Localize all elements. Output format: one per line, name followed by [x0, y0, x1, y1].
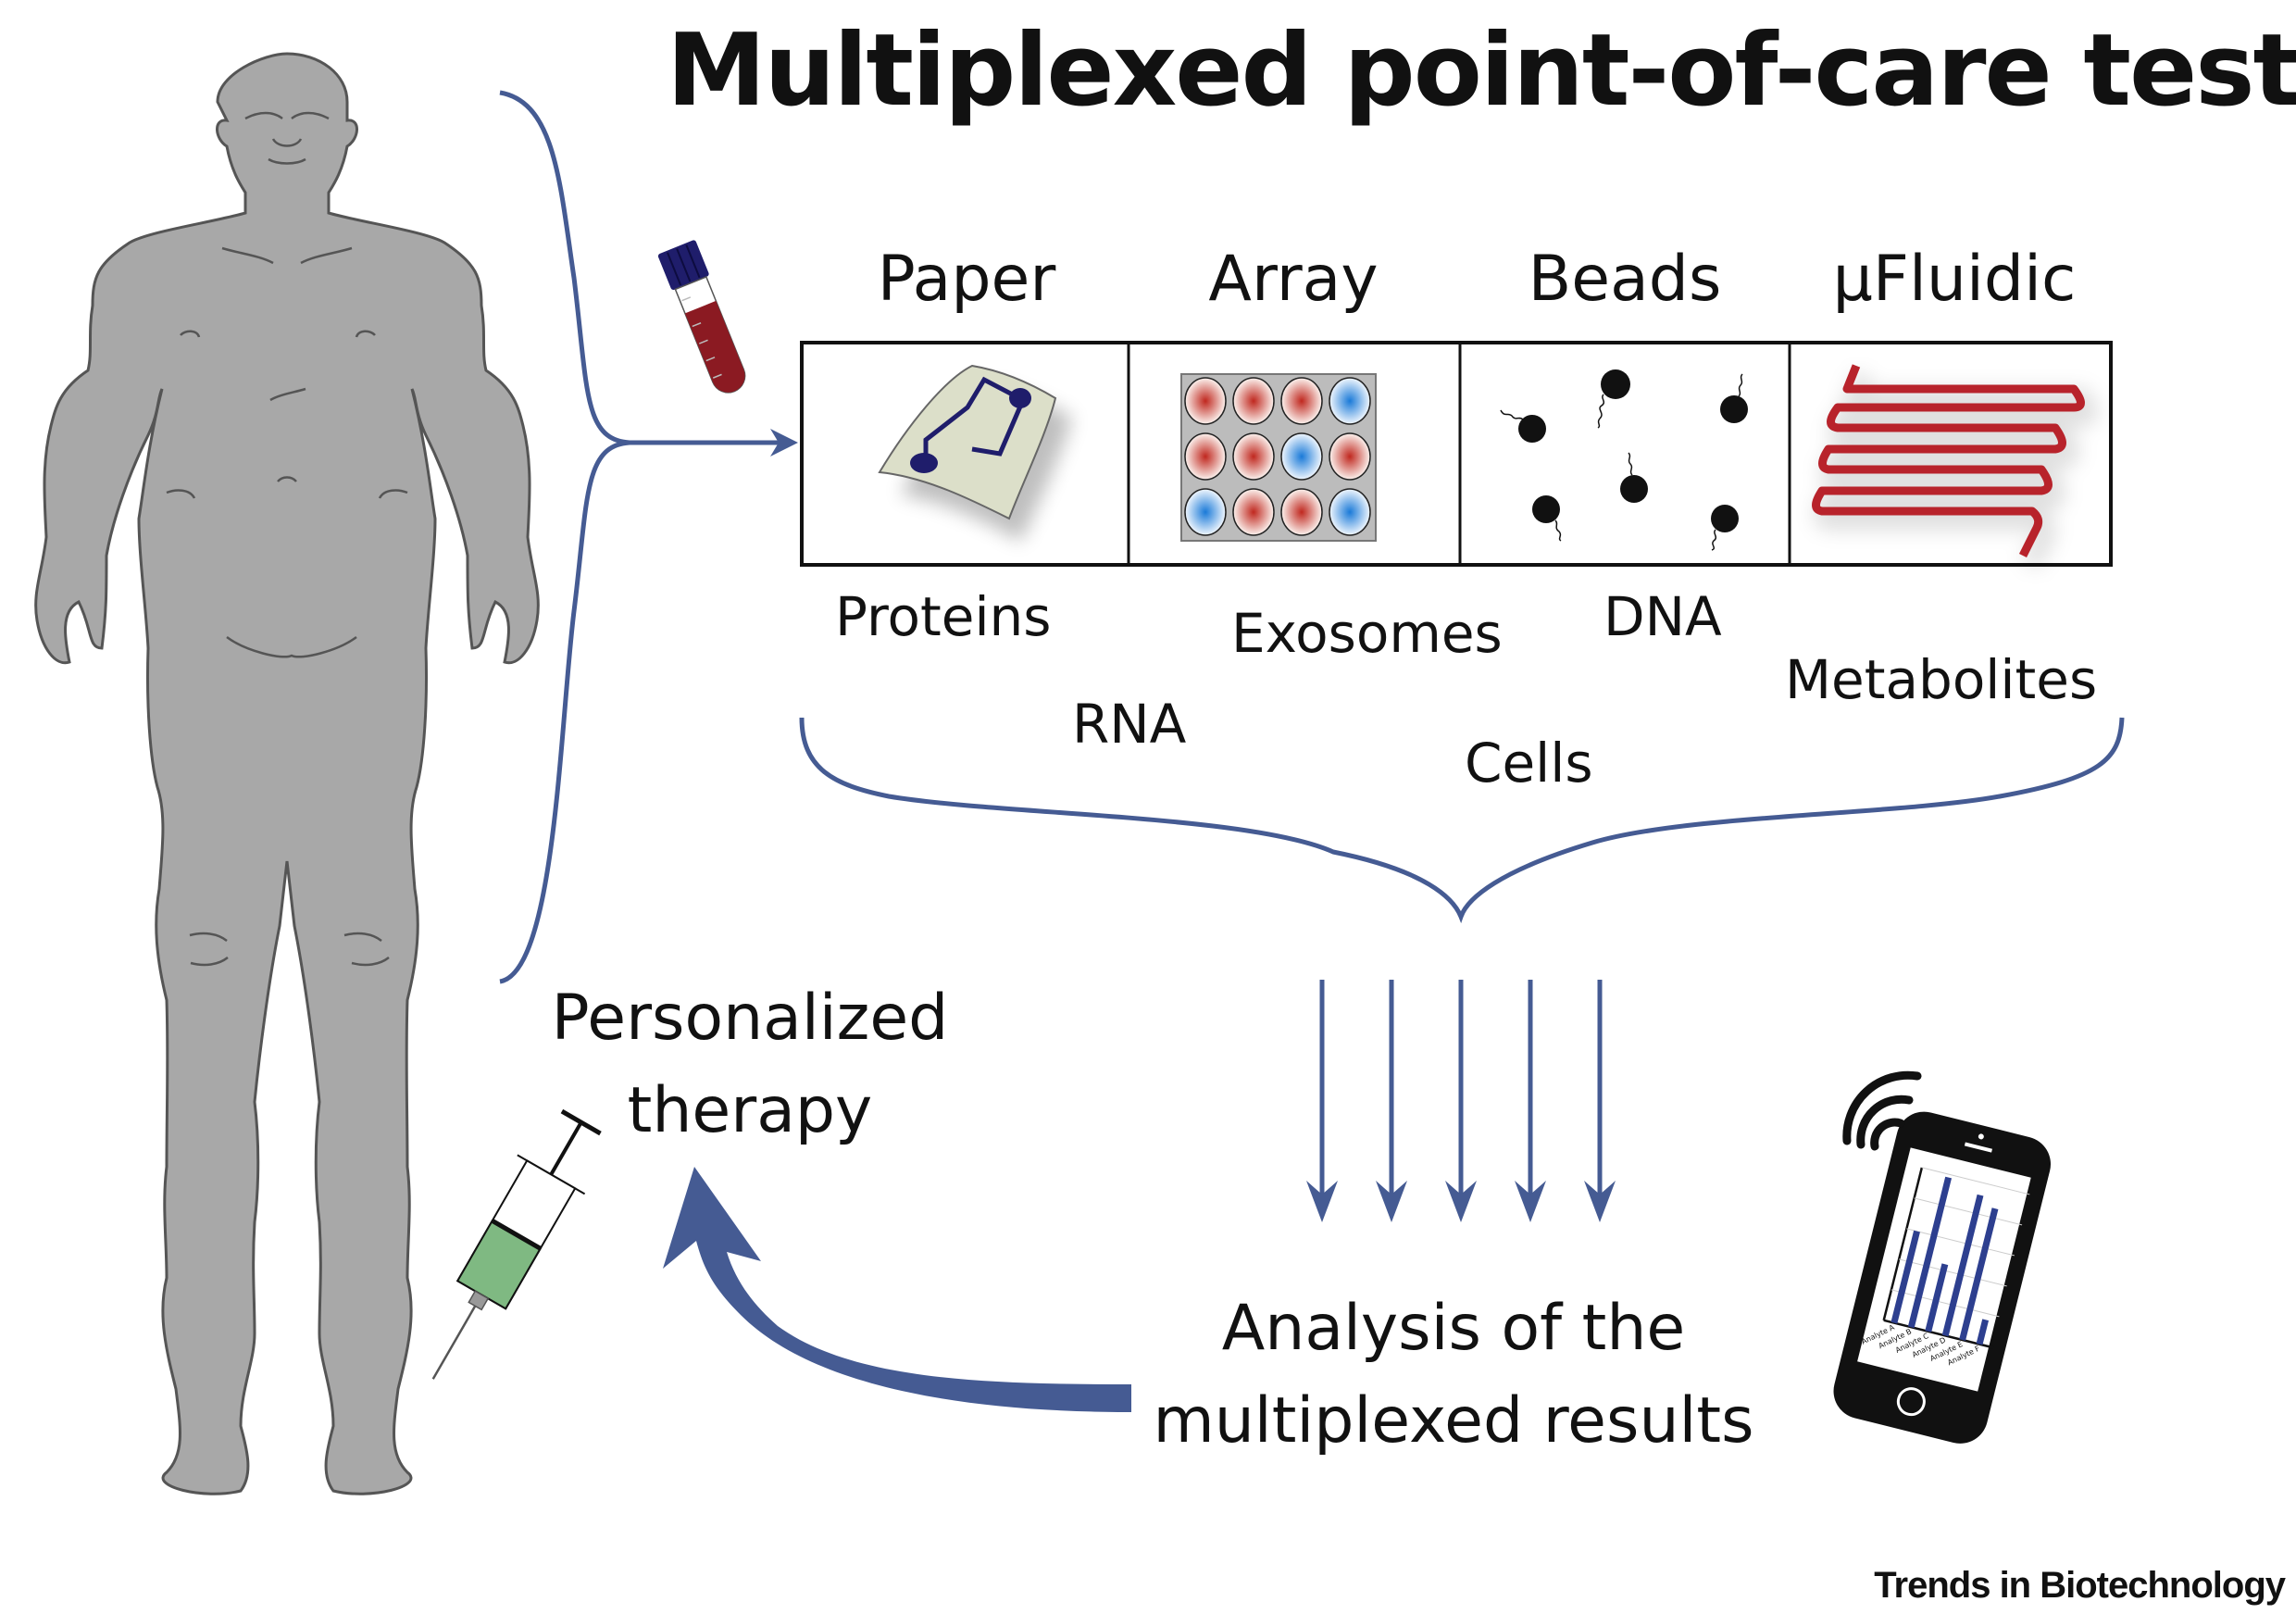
array-well-blue: [1280, 432, 1323, 481]
analysis-label: Analysis of the multiplexed results: [1111, 1282, 1796, 1468]
therapy-line-1: Personalized: [551, 982, 949, 1055]
analyte-label: RNA: [1072, 693, 1187, 756]
analyte-label: DNA: [1603, 585, 1722, 648]
down-arrow: [1445, 980, 1477, 1222]
down-arrow: [1306, 980, 1338, 1222]
diagram-title: Multiplexed point-of-care testing: [667, 13, 2296, 129]
analyte-metabolites: Metabolites: [1785, 648, 2098, 749]
result-arrows: [1306, 980, 1616, 1222]
array-well-red: [1232, 377, 1275, 425]
platform-label-beads: Beads: [1528, 243, 1722, 316]
platform-label-array: Array: [1208, 243, 1379, 316]
array-well-red: [1329, 432, 1371, 481]
down-arrow: [1515, 980, 1546, 1222]
array-well-blue: [1329, 488, 1371, 536]
analysis-line-2: multiplexed results: [1153, 1384, 1754, 1458]
analyte-brace: [799, 717, 2125, 924]
array-well-blue: [1329, 377, 1371, 425]
personalized-therapy-label: Personalized therapy: [518, 972, 981, 1157]
down-arrow: [1584, 980, 1616, 1222]
array-well-red: [1280, 488, 1323, 536]
analyte-label: Exosomes: [1231, 602, 1503, 665]
analyte-label: Proteins: [835, 585, 1052, 648]
array-well-red: [1280, 377, 1323, 425]
analyte-proteins: Proteins: [835, 585, 1052, 686]
analyte-label: Cells: [1465, 732, 1593, 794]
array-well-red: [1232, 432, 1275, 481]
well-array-icon: [1180, 373, 1377, 542]
therapy-line-2: therapy: [627, 1074, 873, 1147]
analyte-cells: Cells: [1465, 732, 1593, 832]
therapy-return-arrow: [663, 1167, 1131, 1412]
analyte-rna: RNA: [1072, 693, 1187, 794]
array-well-red: [1232, 488, 1275, 536]
platform-label-paper: Paper: [877, 243, 1056, 316]
array-well-red: [1184, 377, 1227, 425]
array-well-blue: [1184, 488, 1227, 536]
array-well-red: [1184, 432, 1227, 481]
journal-credit: Trends in Biotechnology: [1874, 1565, 2286, 1606]
analyte-label: Metabolites: [1785, 648, 2098, 711]
down-arrow: [1376, 980, 1407, 1222]
analysis-line-1: Analysis of the: [1221, 1292, 1686, 1365]
analyte-dna: DNA: [1603, 585, 1722, 686]
blood-tube-icon: [657, 240, 746, 394]
analyte-exosomes: Exosomes: [1231, 602, 1503, 703]
platform-label-microfluidic: μFluidic: [1832, 243, 2077, 316]
smartphone-icon: Analyte AAnalyte BAnalyte CAnalyte DAnal…: [1833, 1111, 2051, 1444]
